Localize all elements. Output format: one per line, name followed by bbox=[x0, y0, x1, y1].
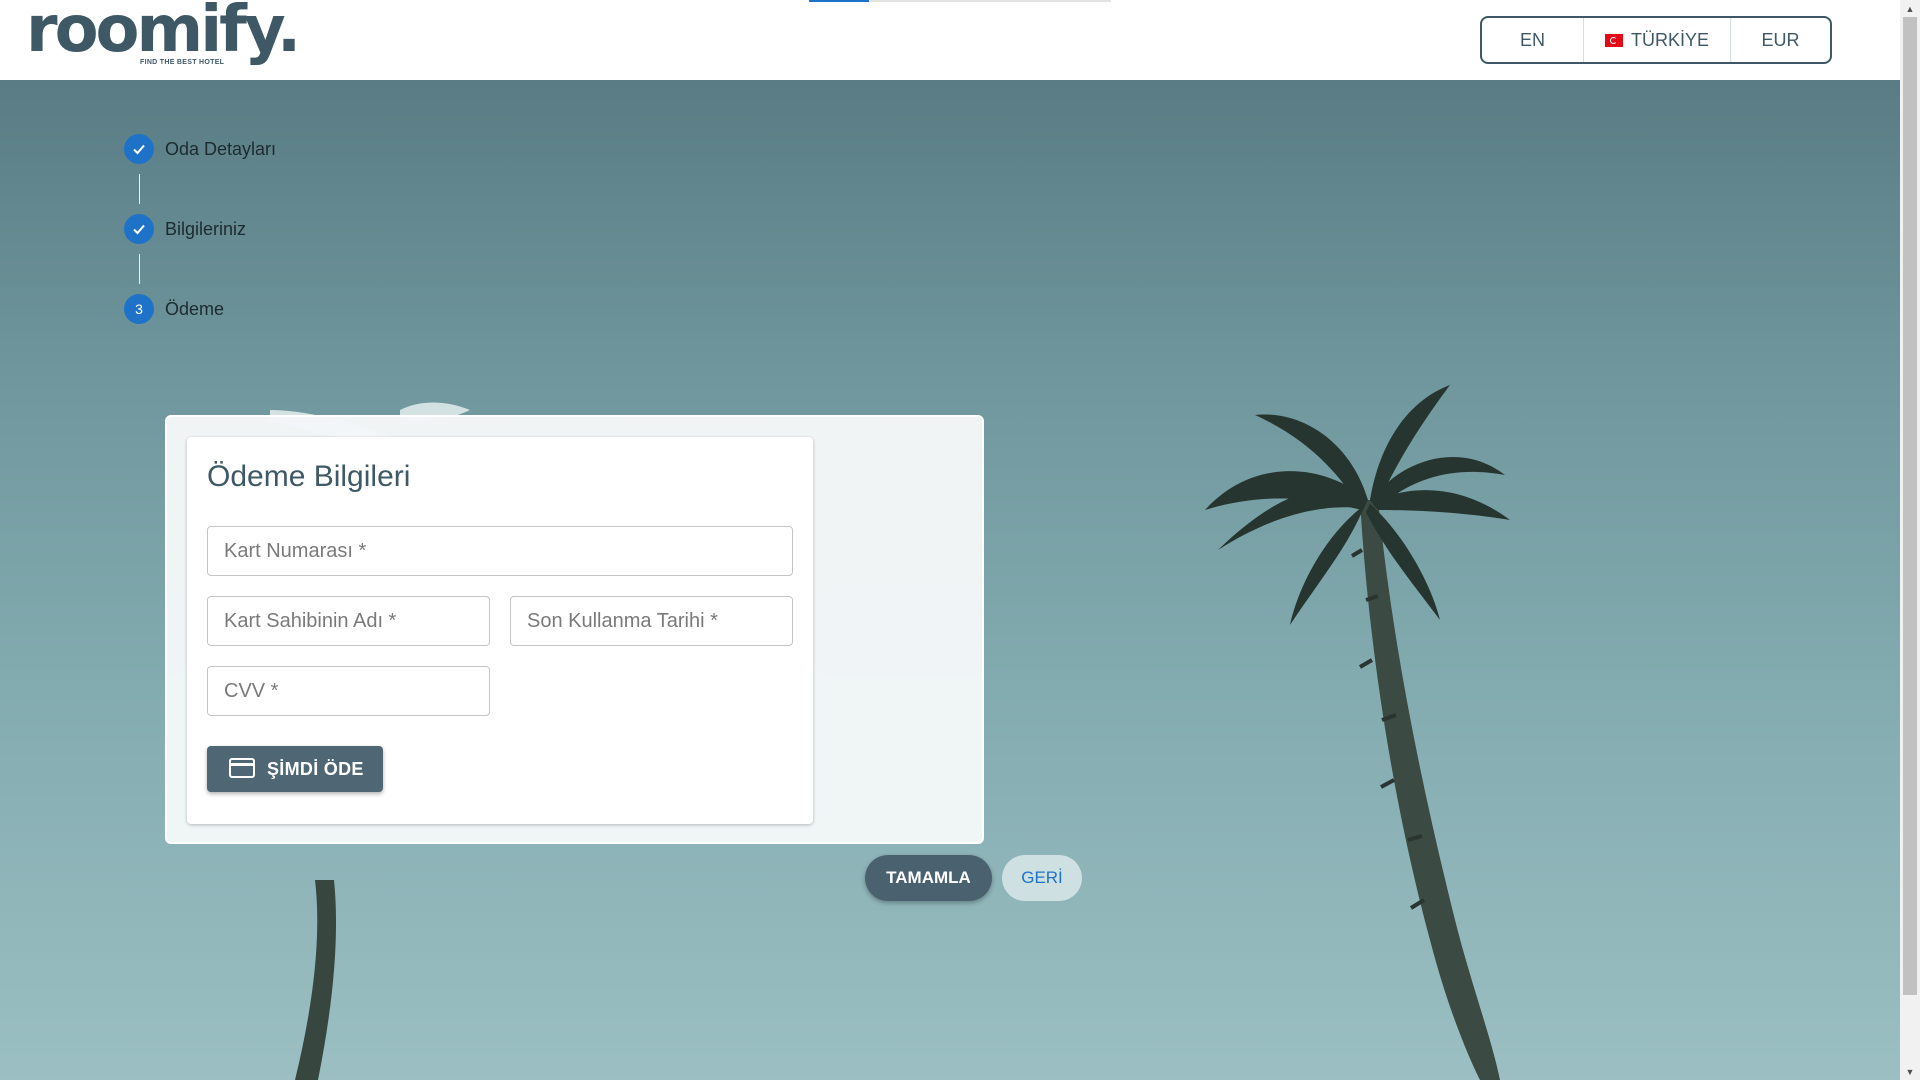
payment-card: Ödeme Bilgileri ŞİMDİ ÖDE bbox=[187, 437, 813, 824]
step-payment[interactable]: 3 Ödeme bbox=[124, 294, 224, 324]
pay-now-button[interactable]: ŞİMDİ ÖDE bbox=[207, 746, 383, 792]
back-button[interactable]: GERİ bbox=[1002, 855, 1082, 901]
scrollbar-thumb[interactable] bbox=[1903, 17, 1917, 995]
check-icon bbox=[124, 134, 154, 164]
card-number-input[interactable] bbox=[207, 526, 793, 576]
logo-tagline: FIND THE BEST HOTEL bbox=[140, 59, 225, 66]
currency-selector[interactable]: EUR bbox=[1731, 18, 1830, 62]
credit-card-icon bbox=[229, 757, 255, 781]
step-your-info[interactable]: Bilgileriniz bbox=[124, 214, 246, 244]
country-label: TÜRKİYE bbox=[1630, 29, 1709, 50]
nav-progress-active bbox=[809, 0, 869, 2]
check-icon bbox=[124, 214, 154, 244]
page-scrollbar[interactable]: ▲ ▼ bbox=[1900, 0, 1920, 1080]
scroll-up-icon[interactable]: ▲ bbox=[1900, 0, 1920, 17]
expiry-date-input[interactable] bbox=[510, 596, 793, 646]
cvv-input[interactable] bbox=[207, 666, 490, 716]
card-holder-input[interactable] bbox=[207, 596, 490, 646]
step-number: 3 bbox=[124, 294, 154, 324]
step-label: Ödeme bbox=[165, 298, 225, 319]
payment-panel: Ödeme Bilgileri ŞİMDİ ÖDE bbox=[165, 415, 984, 844]
turkey-flag-icon bbox=[1604, 33, 1623, 47]
locale-controls: EN TÜRKİYE EUR bbox=[1480, 16, 1832, 64]
language-label: EN bbox=[1519, 29, 1545, 50]
step-connector bbox=[139, 254, 140, 284]
pay-now-label: ŞİMDİ ÖDE bbox=[267, 758, 364, 779]
scroll-down-icon[interactable]: ▼ bbox=[1900, 1063, 1920, 1080]
step-room-details[interactable]: Oda Detayları bbox=[124, 134, 276, 164]
step-label: Bilgileriniz bbox=[165, 218, 247, 239]
logo-wordmark: roomify. bbox=[26, 0, 301, 67]
step-connector bbox=[139, 174, 140, 204]
country-selector[interactable]: TÜRKİYE bbox=[1584, 18, 1731, 62]
payment-title: Ödeme Bilgileri bbox=[207, 460, 411, 493]
step-label: Oda Detayları bbox=[165, 138, 277, 159]
currency-label: EUR bbox=[1761, 29, 1800, 50]
roomify-logo[interactable]: roomify. FIND THE BEST HOTEL bbox=[26, 0, 301, 72]
language-selector[interactable]: EN bbox=[1482, 18, 1584, 62]
top-header: roomify. FIND THE BEST HOTEL EN TÜRKİYE … bbox=[0, 0, 1900, 80]
complete-button[interactable]: TAMAMLA bbox=[865, 855, 992, 901]
